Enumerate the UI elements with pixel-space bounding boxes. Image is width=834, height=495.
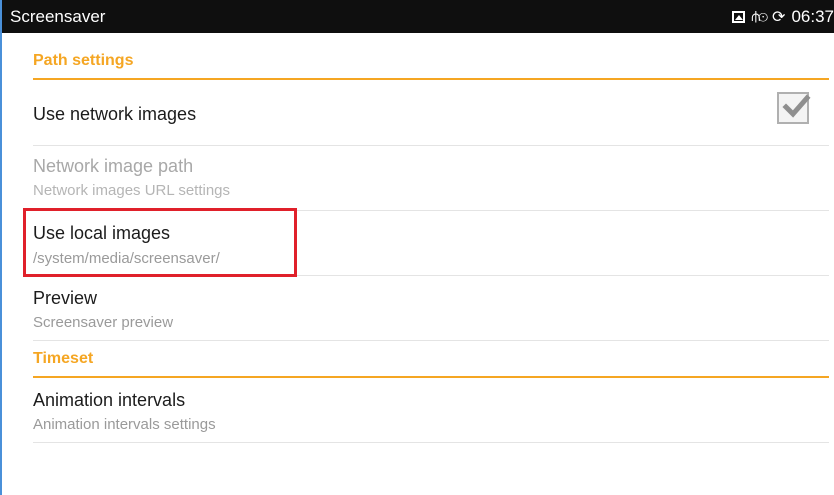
pref-summary-network-image-path: Network images URL settings <box>33 182 231 199</box>
section-label-timeset: Timeset <box>33 350 94 367</box>
section-timeset: Timeset <box>33 350 829 378</box>
pref-title-animation-intervals: Animation intervals <box>33 390 186 410</box>
pref-preview[interactable]: Preview Screensaver preview <box>33 276 829 341</box>
status-time: 06:37 <box>791 6 834 26</box>
section-label-path-settings: Path settings <box>33 52 134 69</box>
gallery-icon <box>732 10 746 23</box>
pref-title-network-image-path: Network image path <box>33 156 194 176</box>
pref-animation-intervals[interactable]: Animation intervals Animation intervals … <box>33 378 829 443</box>
sync-icon: ⟳ <box>772 8 786 26</box>
pref-network-image-path[interactable]: Network image path Network images URL se… <box>33 146 829 211</box>
section-path-settings: Path settings <box>33 52 829 80</box>
usb-icon: ⫛⊙ <box>751 8 768 25</box>
window-frame-edge <box>0 0 2 495</box>
use-network-images-checkbox[interactable] <box>777 92 811 124</box>
highlight-annotation <box>23 208 297 277</box>
pref-summary-preview: Screensaver preview <box>33 314 174 331</box>
pref-summary-animation-intervals: Animation intervals settings <box>33 416 216 433</box>
checkmark-icon <box>782 94 811 118</box>
pref-title-use-network-images: Use network images <box>33 104 197 124</box>
status-icons: ⫛⊙ ⟳ 06:37 <box>732 0 834 33</box>
app-title: Screensaver <box>10 7 106 26</box>
pref-use-network-images[interactable]: Use network images <box>33 82 829 146</box>
status-bar: Screensaver ⫛⊙ ⟳ 06:37 <box>2 0 834 33</box>
pref-title-preview: Preview <box>33 288 98 308</box>
